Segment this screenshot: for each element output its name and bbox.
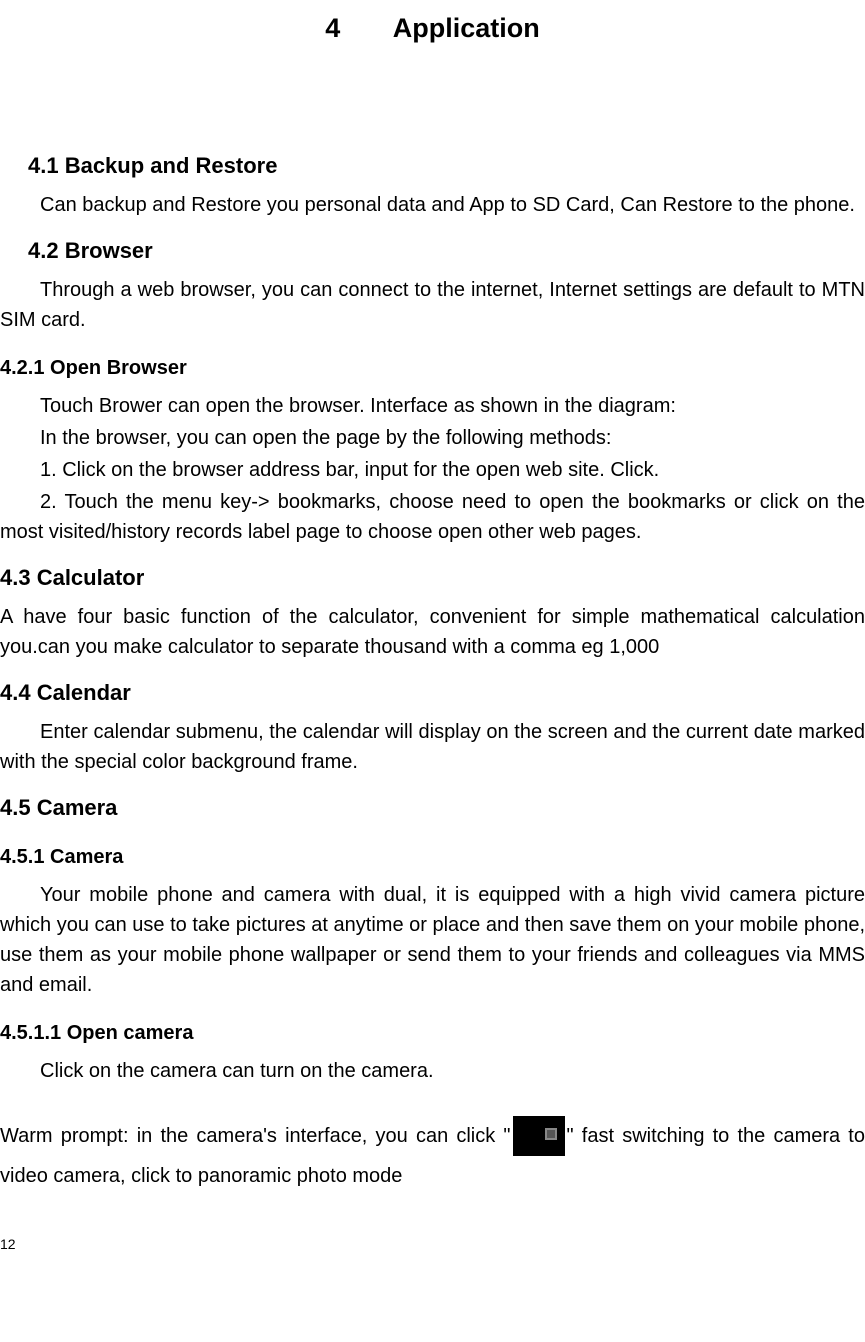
heading-4-2: 4.2 Browser: [0, 234, 865, 267]
body-4-1: Can backup and Restore you personal data…: [0, 190, 865, 220]
page-number: 12: [0, 1234, 865, 1255]
heading-4-2-1: 4.2.1 Open Browser: [0, 353, 865, 383]
heading-4-4: 4.4 Calendar: [0, 676, 865, 709]
body-4-2: Through a web browser, you can connect t…: [0, 275, 865, 335]
heading-4-1: 4.1 Backup and Restore: [0, 149, 865, 182]
heading-4-5: 4.5 Camera: [0, 791, 865, 824]
body-4-2-1-p3: 1. Click on the browser address bar, inp…: [0, 455, 865, 485]
video-camera-icon: [513, 1116, 565, 1156]
body-4-5-1-1-p2: Warm prompt: in the camera's interface, …: [0, 1116, 865, 1197]
chapter-title: Application: [393, 13, 540, 43]
body-4-2-1-p2: In the browser, you can open the page by…: [0, 423, 865, 453]
body-4-5-1: Your mobile phone and camera with dual, …: [0, 880, 865, 1000]
warm-prompt-before: Warm prompt: in the camera's interface, …: [0, 1125, 511, 1147]
heading-4-5-1-1: 4.5.1.1 Open camera: [0, 1018, 865, 1048]
body-4-5-1-1-p1: Click on the camera can turn on the came…: [0, 1056, 865, 1086]
heading-4-5-1: 4.5.1 Camera: [0, 842, 865, 872]
body-4-2-1-p4: 2. Touch the menu key-> bookmarks, choos…: [0, 487, 865, 547]
chapter-number: 4: [325, 13, 340, 43]
body-4-2-1-p1: Touch Brower can open the browser. Inter…: [0, 391, 865, 421]
chapter-heading: 4 Application: [0, 8, 865, 49]
body-4-3: A have four basic function of the calcul…: [0, 602, 865, 662]
heading-4-3: 4.3 Calculator: [0, 561, 865, 594]
body-4-4: Enter calendar submenu, the calendar wil…: [0, 717, 865, 777]
